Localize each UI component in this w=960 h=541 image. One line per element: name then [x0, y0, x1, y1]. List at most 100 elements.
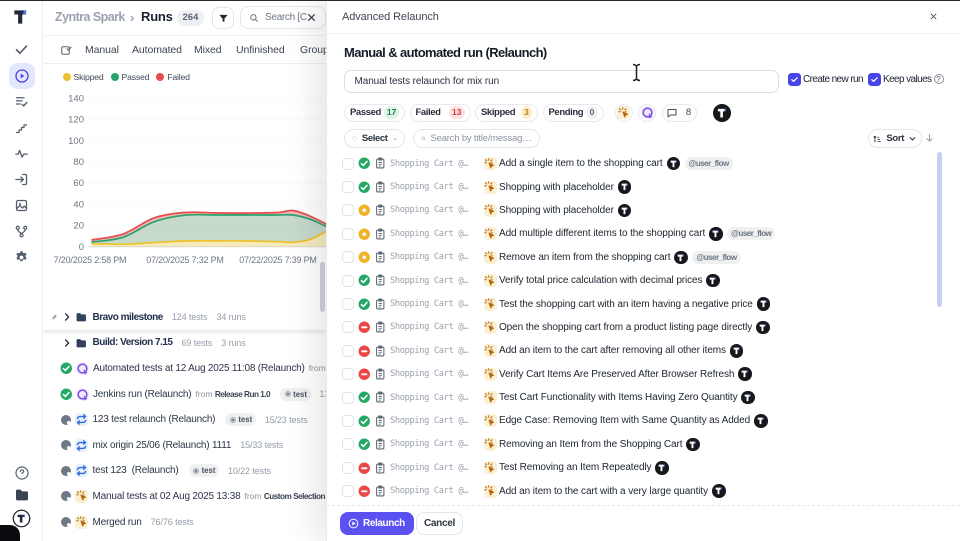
app-logo[interactable] — [11, 7, 31, 27]
test-checkbox[interactable] — [342, 345, 354, 357]
test-row[interactable]: Shopping Cart @…Add multiple different i… — [342, 222, 932, 245]
relaunch-button[interactable]: Relaunch — [340, 512, 414, 535]
cancel-button[interactable]: Cancel — [416, 512, 463, 535]
run-name[interactable]: mix origin 25/06 (Relaunch) 1111 — [93, 440, 232, 451]
run-row[interactable]: 123 test relaunch (Relaunch)test15/23 te… — [44, 407, 326, 433]
sidebar-folder-filled[interactable] — [14, 487, 30, 503]
filter-chip-pending[interactable]: Pending0 — [543, 104, 604, 122]
test-row[interactable]: Shopping Cart @…Edge Case: Removing Item… — [342, 409, 932, 432]
tag-pill[interactable]: test — [189, 464, 219, 477]
checkbox-checked-icon[interactable] — [868, 73, 881, 86]
tab-unfinished[interactable]: Unfinished — [236, 36, 285, 64]
test-row[interactable]: Shopping Cart @…Verify Cart Items Are Pr… — [342, 363, 932, 386]
select-runs-icon[interactable] — [60, 44, 72, 56]
run-name[interactable]: 123 test relaunch (Relaunch) — [93, 414, 216, 425]
test-title[interactable]: Test Cart Functionality with Items Havin… — [499, 392, 737, 403]
expand-chevron-icon[interactable] — [62, 312, 72, 322]
test-row[interactable]: Shopping Cart @…Add an item to the cart … — [342, 339, 932, 362]
tag-pill[interactable]: test — [280, 388, 310, 401]
download-arrow-icon[interactable] — [923, 132, 936, 145]
test-checkbox[interactable] — [342, 181, 354, 193]
expand-chevron-icon[interactable] — [62, 338, 72, 348]
test-title[interactable]: Add an item to the cart after removing a… — [499, 345, 726, 356]
test-row[interactable]: Shopping Cart @…Remove an item from the … — [342, 246, 932, 269]
test-title[interactable]: Verify Cart Items Are Preserved After Br… — [499, 369, 734, 380]
filter-chip-skipped[interactable]: Skipped3 — [475, 104, 538, 122]
test-row[interactable]: Shopping Cart @…Test the shopping cart w… — [342, 292, 932, 315]
breadcrumb-project[interactable]: Zyntra Spark — [55, 10, 125, 24]
sidebar-item-list-check[interactable] — [9, 89, 35, 115]
drawer-scrollbar[interactable] — [937, 152, 942, 307]
checkbox-checked-icon[interactable] — [788, 73, 801, 86]
filter-button[interactable] — [212, 7, 234, 29]
sidebar-item-image[interactable] — [9, 193, 35, 219]
breadcrumb-page[interactable]: Runs — [141, 9, 173, 24]
run-row[interactable]: Merged run76/76 tests — [44, 509, 326, 535]
run-row[interactable]: test 123 (Relaunch)test10/22 tests — [44, 458, 326, 484]
sidebar-item-check[interactable] — [9, 37, 35, 63]
top-search-input[interactable]: Search [C — [240, 6, 326, 29]
test-checkbox[interactable] — [342, 462, 354, 474]
test-row[interactable]: Shopping Cart @…Verify total price calcu… — [342, 269, 932, 292]
test-title[interactable]: Edge Case: Removing Item with Same Quant… — [499, 415, 750, 426]
chat-widget[interactable] — [0, 525, 20, 541]
sidebar-item-box-arrow[interactable] — [9, 167, 35, 193]
sidebar-item-steps[interactable] — [9, 114, 35, 140]
tab-manual[interactable]: Manual — [85, 36, 119, 64]
test-checkbox[interactable] — [342, 204, 354, 216]
test-row[interactable]: Shopping Cart @…Open the shopping cart f… — [342, 316, 932, 339]
filter-chip-comment[interactable]: 8 — [662, 104, 697, 122]
test-checkbox[interactable] — [342, 321, 354, 333]
tests-search-input[interactable]: Search by title/messag… — [413, 129, 540, 148]
tab-automated[interactable]: Automated — [132, 36, 182, 64]
test-row[interactable]: Shopping Cart @…Test Cart Functionality … — [342, 386, 932, 409]
test-checkbox[interactable] — [342, 158, 354, 170]
run-row[interactable]: Jenkins run (Relaunch)from Release Run 1… — [44, 381, 326, 407]
option-keep-values[interactable]: Keep values — [868, 73, 931, 86]
run-name[interactable]: test 123 (Relaunch) — [93, 465, 179, 476]
test-checkbox[interactable] — [342, 251, 354, 263]
test-title[interactable]: Test Removing an Item Repeatedly — [499, 462, 651, 473]
sidebar-item-branch[interactable] — [9, 219, 35, 245]
sidebar-item-play-circle[interactable] — [9, 63, 35, 89]
run-name[interactable]: Merged run — [93, 517, 142, 528]
close-icon[interactable] — [928, 11, 939, 22]
test-row[interactable]: Shopping Cart @…Shopping with placeholde… — [342, 199, 932, 222]
sort-dropdown[interactable]: Sort — [868, 129, 923, 148]
assignee-avatar[interactable] — [713, 104, 731, 122]
run-row[interactable]: Manual tests at 02 Aug 2025 13:38from Cu… — [44, 484, 326, 510]
test-checkbox[interactable] — [342, 228, 354, 240]
filter-chip-manual-hand[interactable] — [615, 104, 633, 122]
run-name-input[interactable] — [344, 70, 779, 93]
test-checkbox[interactable] — [342, 298, 354, 310]
test-title[interactable]: Add a single item to the shopping cart — [499, 158, 663, 169]
test-title[interactable]: Open the shopping cart from a product li… — [499, 322, 752, 333]
test-row[interactable]: Shopping Cart @…Removing an Item from th… — [342, 433, 932, 456]
run-name[interactable]: Manual tests at 02 Aug 2025 13:38 — [93, 491, 241, 502]
test-title[interactable]: Shopping with placeholder — [499, 205, 614, 216]
run-name[interactable]: Jenkins run (Relaunch) — [93, 389, 191, 400]
sidebar-avatar-t[interactable] — [12, 509, 31, 528]
milestone-name[interactable]: Bravo milestone — [93, 312, 163, 323]
test-title[interactable]: Add an item to the cart with a very larg… — [499, 486, 708, 497]
run-name[interactable]: Automated tests at 12 Aug 2025 11:08 (Re… — [93, 363, 305, 374]
select-dropdown[interactable]: Select — [344, 129, 405, 148]
test-title[interactable]: Shopping with placeholder — [499, 182, 614, 193]
test-checkbox[interactable] — [342, 438, 354, 450]
test-title[interactable]: Verify total price calculation with deci… — [499, 275, 702, 286]
sidebar-item-pulse[interactable] — [9, 140, 35, 166]
filter-chip-automated-spiral[interactable] — [638, 104, 656, 122]
test-checkbox[interactable] — [342, 368, 354, 380]
sidebar-help[interactable] — [14, 465, 30, 481]
test-checkbox[interactable] — [342, 275, 354, 287]
run-row[interactable]: mix origin 25/06 (Relaunch) 111115/33 te… — [44, 432, 326, 458]
test-checkbox[interactable] — [342, 392, 354, 404]
test-title[interactable]: Removing an Item from the Shopping Cart — [499, 439, 682, 450]
filter-chip-failed[interactable]: Failed13 — [410, 104, 471, 122]
test-row[interactable]: Shopping Cart @…Test Removing an Item Re… — [342, 456, 932, 479]
test-row[interactable]: Shopping Cart @…Shopping with placeholde… — [342, 175, 932, 198]
test-row[interactable]: Shopping Cart @…Add an item to the cart … — [342, 479, 932, 502]
milestone-name[interactable]: Build: Version 7.15 — [93, 337, 173, 348]
sidebar-item-gear[interactable] — [9, 244, 35, 270]
test-checkbox[interactable] — [342, 485, 354, 497]
